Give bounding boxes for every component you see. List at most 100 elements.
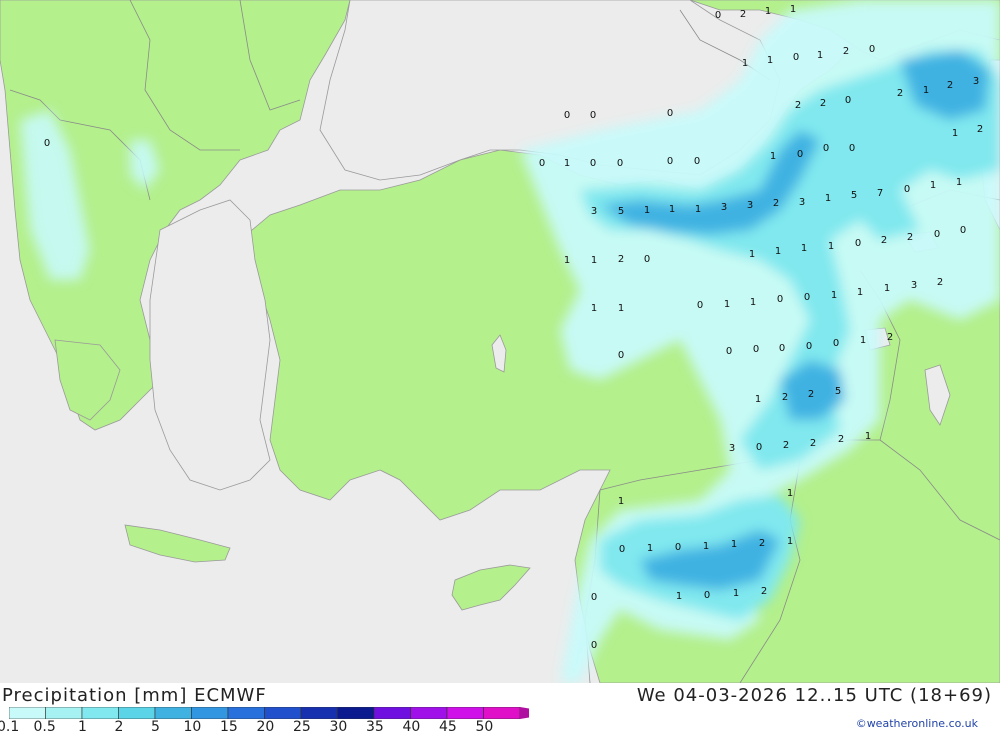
precip-value-label: 0 [590,110,596,121]
precip-value-label: 3 [973,76,979,87]
precip-value-label: 0 [855,238,861,249]
legend-swatch [81,707,119,719]
precip-value-label: 2 [783,440,789,451]
color-legend [9,707,529,719]
precip-value-label: 1 [618,303,624,314]
precip-value-label: 3 [729,443,735,454]
precip-value-label: 1 [618,496,624,507]
precip-value-label: 2 [947,80,953,91]
legend-arrow [520,707,529,719]
precip-value-label: 1 [591,303,597,314]
precip-value-label: 0 [539,158,545,169]
legend-swatch [337,707,375,719]
precip-value-label: 1 [787,488,793,499]
precip-value-label: 1 [884,283,890,294]
legend-swatch [45,707,83,719]
precip-value-label: 1 [676,591,682,602]
precip-value-label: 0 [869,44,875,55]
precip-value-label: 2 [795,100,801,111]
precip-value-label: 5 [851,190,857,201]
precip-value-label: 0 [694,156,700,167]
valid-time: We 04-03-2026 12..15 UTC (18+69) [636,685,992,706]
precip-value-label: 0 [618,350,624,361]
precip-value-label: 0 [667,108,673,119]
precip-value-label: 1 [669,204,675,215]
precip-value-label: 1 [825,193,831,204]
precip-value-label: 3 [721,202,727,213]
precip-value-label: 0 [44,138,50,149]
precip-value-label: 1 [724,299,730,310]
precip-value-label: 1 [787,536,793,547]
precip-value-label: 1 [733,588,739,599]
precip-value-label: 0 [590,158,596,169]
precip-value-label: 0 [704,590,710,601]
precip-value-label: 3 [747,200,753,211]
legend-swatch [264,707,302,719]
precip-value-label: 1 [564,158,570,169]
precip-value-label: 1 [775,246,781,257]
precip-value-label: 1 [930,180,936,191]
precip-value-label: 1 [750,297,756,308]
precip-value-label: 1 [647,543,653,554]
precip-value-label: 1 [956,177,962,188]
precip-value-label: 0 [779,343,785,354]
precip-value-label: 2 [887,332,893,343]
credit-link[interactable]: ©weatheronline.co.uk [856,717,978,730]
precip-value-label: 0 [644,254,650,265]
precip-value-label: 1 [923,85,929,96]
precip-value-label: 2 [937,277,943,288]
precip-value-label: 0 [591,640,597,651]
precip-value-label: 5 [835,386,841,397]
precip-value-label: 1 [857,287,863,298]
precip-value-label: 0 [777,294,783,305]
precip-value-label: 2 [907,232,913,243]
precip-value-label: 1 [790,4,796,15]
precip-value-label: 0 [823,143,829,154]
precip-value-label: 0 [806,341,812,352]
precip-value-label: 2 [618,254,624,265]
legend-swatch [300,707,338,719]
legend-swatch [483,707,521,719]
precip-value-label: 0 [934,229,940,240]
precip-value-label: 1 [591,255,597,266]
precip-value-label: 1 [765,6,771,17]
legend-swatch [227,707,265,719]
precip-value-label: 0 [756,442,762,453]
precip-value-label: 1 [695,204,701,215]
precip-value-label: 1 [749,249,755,260]
precip-value-label: 1 [742,58,748,69]
footer-bar: Precipitation [mm] ECMWF We 04-03-2026 1… [0,683,1000,735]
precip-value-label: 0 [697,300,703,311]
precip-value-label: 0 [715,10,721,21]
precip-value-label: 1 [860,335,866,346]
precip-value-label: 0 [617,158,623,169]
legend-swatch [154,707,192,719]
precip-value-label: 1 [564,255,570,266]
precip-value-label: 1 [801,243,807,254]
precipitation-map: 0 2 1 1 1 1 0 1 2 0 1 2 3 2 2 2 0 0 0 0 1 2 0 1 0 0 0 0 1 0 0 0 3 5 1 1 1 3 3 2… [0,0,1000,683]
precip-value-label: 3 [799,197,805,208]
precip-value-label: 5 [618,206,624,217]
precip-value-label: 2 [808,389,814,400]
precip-value-label: 2 [843,46,849,57]
precip-value-label: 1 [644,205,650,216]
precip-value-label: 0 [849,143,855,154]
precip-value-label: 0 [904,184,910,195]
precip-value-label: 3 [911,280,917,291]
precip-value-label: 2 [881,235,887,246]
precip-value-label: 0 [667,156,673,167]
precip-value-label: 2 [782,392,788,403]
precip-value-label: 0 [591,592,597,603]
precip-value-label: 1 [828,241,834,252]
legend-swatch [373,707,411,719]
precip-value-label: 2 [761,586,767,597]
precip-value-label: 0 [833,338,839,349]
precip-value-label: 0 [804,292,810,303]
precip-value-label: 7 [877,188,883,199]
precip-value-label: 2 [759,538,765,549]
precip-value-label: 2 [838,434,844,445]
legend-swatch [118,707,156,719]
precip-value-label: 2 [820,98,826,109]
precip-value-label: 1 [831,290,837,301]
precip-value-label: 2 [740,9,746,20]
